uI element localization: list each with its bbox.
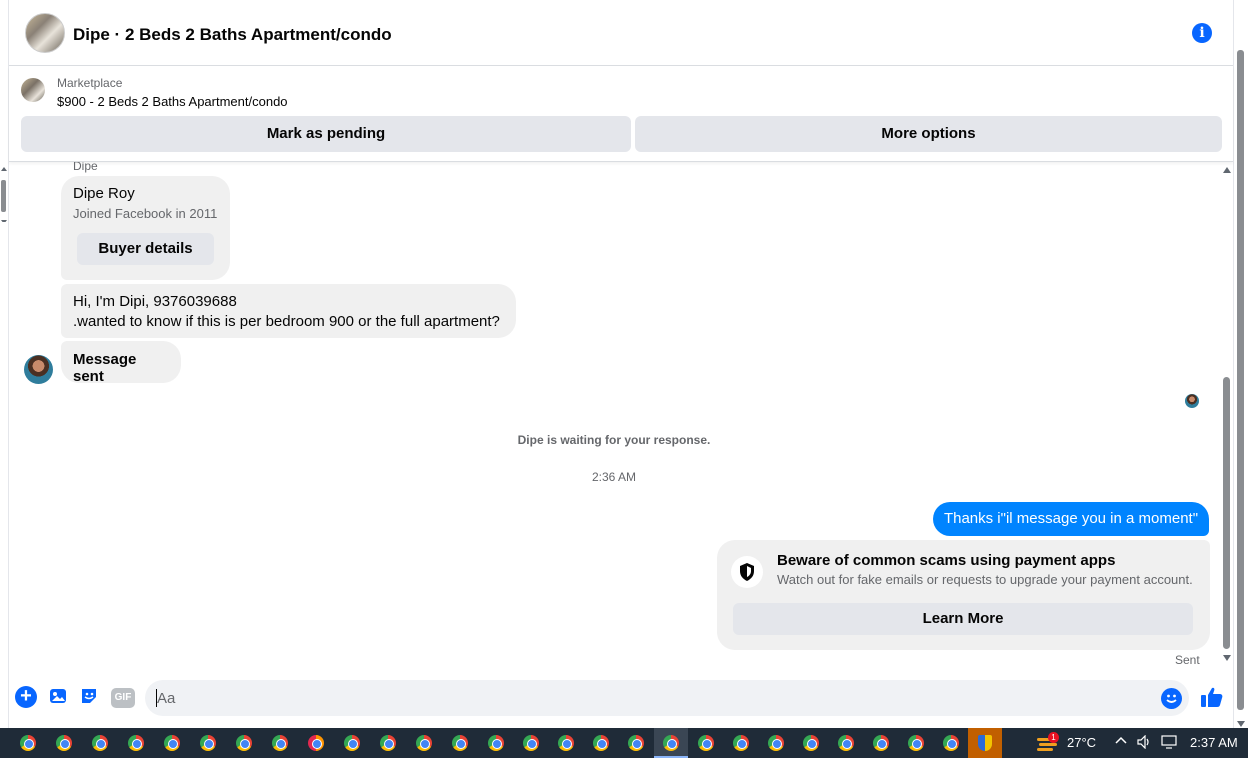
chrome-icon[interactable]: [663, 735, 679, 751]
message-placeholder: Aa: [157, 690, 176, 707]
marketplace-panel: Marketplace $900 - 2 Beds 2 Baths Apartm…: [9, 66, 1233, 162]
waiting-notice: Dipe is waiting for your response.: [517, 433, 711, 447]
marketplace-label: Marketplace: [57, 76, 123, 90]
sender-avatar[interactable]: [24, 355, 53, 384]
buyer-card: Dipe Roy Joined Facebook in 2011 Buyer d…: [61, 176, 230, 280]
incoming-message: Message sent: [61, 341, 181, 385]
composer: + GIF Aa: [9, 672, 1233, 724]
message-timestamp: 2:36 AM: [591, 470, 637, 484]
volume-icon[interactable]: [1137, 734, 1153, 752]
chrome-icon[interactable]: [164, 735, 180, 751]
chrome-icon[interactable]: [20, 735, 36, 751]
chrome-icon[interactable]: [593, 735, 609, 751]
thumbs-up-icon[interactable]: [1200, 686, 1223, 708]
plus-icon[interactable]: +: [15, 686, 37, 708]
message-line: Hi, I'm Dipi, 9376039688: [73, 293, 237, 310]
more-options-button[interactable]: More options: [635, 116, 1222, 152]
chrome-icon[interactable]: [523, 735, 539, 751]
message-input[interactable]: Aa: [145, 680, 1189, 716]
scrollbar-thumb[interactable]: [1223, 377, 1230, 649]
outgoing-message: Thanks i"il message you in a moment": [933, 502, 1209, 536]
outer-scrollbar[interactable]: [0, 162, 8, 224]
chrome-icon[interactable]: [628, 735, 644, 751]
sender-name: Dipe: [73, 162, 98, 173]
chrome-icon[interactable]: [128, 735, 144, 751]
scam-warning-title: Beware of common scams using payment app…: [777, 552, 1116, 569]
learn-more-button[interactable]: Learn More: [733, 603, 1193, 635]
listing-thumbnail[interactable]: [25, 13, 65, 53]
listing-small-thumbnail[interactable]: [21, 78, 45, 102]
chrome-icon[interactable]: [733, 735, 749, 751]
sticker-icon[interactable]: [79, 686, 101, 708]
chevron-up-icon[interactable]: [1115, 735, 1127, 750]
chrome-icon[interactable]: [873, 735, 889, 751]
chrome-icon[interactable]: [380, 735, 396, 751]
chrome-icon[interactable]: [803, 735, 819, 751]
buyer-name: Dipe Roy: [73, 185, 135, 202]
chat-window: Dipe · 2 Beds 2 Baths Apartment/condo i …: [8, 0, 1234, 728]
conversation-title[interactable]: Dipe · 2 Beds 2 Baths Apartment/condo: [73, 25, 392, 45]
chrome-icon[interactable]: [908, 735, 924, 751]
gif-icon[interactable]: GIF: [111, 688, 135, 708]
chrome-icon[interactable]: [272, 735, 288, 751]
scroll-down-icon[interactable]: [1223, 655, 1231, 661]
mark-pending-button[interactable]: Mark as pending: [21, 116, 631, 152]
chrome-icon[interactable]: [768, 735, 784, 751]
clock[interactable]: 2:37 AM: [1190, 735, 1238, 750]
emoji-icon[interactable]: [1161, 688, 1182, 709]
chrome-icon[interactable]: [200, 735, 216, 751]
buyer-details-button[interactable]: Buyer details: [77, 233, 214, 265]
firefox-icon[interactable]: [308, 735, 324, 751]
chrome-icon[interactable]: [56, 735, 72, 751]
info-icon[interactable]: i: [1192, 23, 1212, 43]
page-scrollbar[interactable]: [1235, 0, 1247, 728]
chrome-icon[interactable]: [236, 735, 252, 751]
listing-title[interactable]: $900 - 2 Beds 2 Baths Apartment/condo: [57, 94, 288, 109]
notification-badge: 1: [1048, 732, 1059, 743]
chat-header: Dipe · 2 Beds 2 Baths Apartment/condo i: [9, 0, 1233, 66]
delivery-status: Sent: [1175, 653, 1200, 667]
buyer-joined: Joined Facebook in 2011: [73, 206, 218, 221]
message-list: Dipe Dipe Roy Joined Facebook in 2011 Bu…: [9, 162, 1221, 668]
chrome-icon[interactable]: [488, 735, 504, 751]
chrome-icon[interactable]: [838, 735, 854, 751]
scam-warning-card: Beware of common scams using payment app…: [717, 540, 1210, 650]
chrome-icon[interactable]: [416, 735, 432, 751]
photo-icon[interactable]: [48, 686, 70, 708]
windows-taskbar: 1 27°C 2:37 AM: [0, 728, 1248, 758]
incoming-message: Hi, I'm Dipi, 9376039688 .wanted to know…: [61, 284, 516, 338]
chrome-icon[interactable]: [92, 735, 108, 751]
chrome-icon[interactable]: [344, 735, 360, 751]
message-scrollbar[interactable]: [1221, 162, 1233, 668]
chrome-icon[interactable]: [943, 735, 959, 751]
network-icon[interactable]: [1161, 735, 1179, 752]
scroll-up-icon[interactable]: [1223, 167, 1231, 173]
chrome-icon[interactable]: [698, 735, 714, 751]
chrome-icon[interactable]: [452, 735, 468, 751]
seen-avatar: [1185, 394, 1199, 408]
chrome-icon[interactable]: [558, 735, 574, 751]
temperature[interactable]: 27°C: [1067, 735, 1096, 750]
shield-icon: [731, 556, 763, 588]
security-shield-icon[interactable]: [968, 728, 1002, 758]
scam-warning-subtitle: Watch out for fake emails or requests to…: [777, 572, 1193, 587]
message-line: .wanted to know if this is per bedroom 9…: [73, 313, 500, 330]
